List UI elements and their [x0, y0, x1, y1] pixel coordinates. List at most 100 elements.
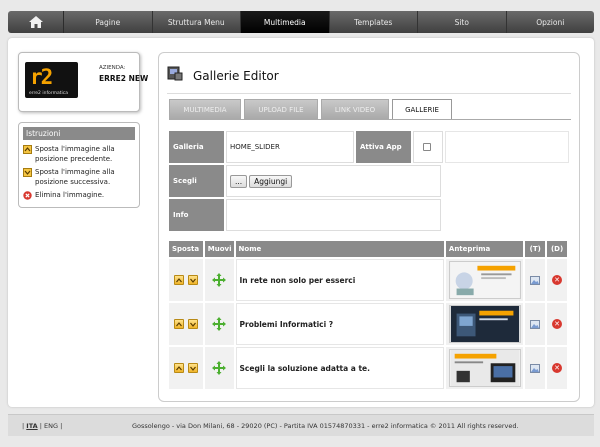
tab-underline	[169, 119, 571, 120]
tab-multimedia[interactable]: MULTIMEDIA	[169, 99, 241, 119]
language-switcher: | ITA | ENG |	[22, 422, 132, 430]
instruction-text: Sposta l'immagine alla posizione success…	[35, 168, 115, 186]
arrow-up-icon[interactable]	[173, 275, 184, 285]
gallery-form: Galleria HOME_SLIDER Attiva App Scegli .…	[169, 131, 569, 233]
arrow-down-icon	[23, 168, 32, 180]
muovi-cell	[204, 259, 234, 301]
nav-item-pagine[interactable]: Pagine	[64, 11, 153, 33]
instruction-item: Sposta l'immagine alla posizione precede…	[23, 144, 135, 164]
lang-ita[interactable]: ITA	[26, 422, 37, 430]
form-row-galleria: Galleria HOME_SLIDER Attiva App	[169, 131, 569, 163]
page-title: Gallerie Editor	[193, 69, 279, 83]
header-nome: Nome	[235, 241, 444, 257]
home-icon	[28, 16, 43, 28]
arrow-up-icon	[23, 145, 32, 157]
tab-gallerie[interactable]: GALLERIE	[392, 99, 452, 119]
delete-icon	[23, 191, 32, 203]
scegli-label: Scegli	[169, 165, 224, 197]
browse-button[interactable]: ...	[230, 174, 248, 188]
attiva-app-label: Attiva App	[356, 131, 411, 163]
panel-header: Gallerie Editor	[167, 63, 279, 83]
nav-item-struttura-menu[interactable]: Struttura Menu	[153, 11, 241, 33]
attiva-app-cell	[413, 131, 443, 163]
nav-item-opzioni[interactable]: Opzioni	[507, 11, 595, 33]
instruction-text: Sposta l'immagine alla posizione precede…	[35, 145, 115, 163]
thumbnail-icon[interactable]	[530, 363, 541, 373]
delete-icon[interactable]: ✕	[552, 275, 563, 285]
nav-item-templates[interactable]: Templates	[330, 11, 418, 33]
add-button[interactable]: Aggiungi	[249, 174, 293, 188]
arrow-down-icon[interactable]	[187, 275, 198, 285]
move-icon[interactable]	[212, 273, 227, 287]
table-row: Scegli la soluzione adatta a te. ✕	[169, 347, 569, 389]
table-header: Sposta Muovi Nome Anteprima (T) (D)	[169, 241, 569, 257]
instruction-text: Elimina l'immagine.	[35, 191, 105, 199]
table-row: Problemi Informatici ? ✕	[169, 303, 569, 345]
arrow-up-icon[interactable]	[173, 319, 184, 329]
delete-cell: ✕	[547, 347, 567, 389]
divider	[167, 93, 571, 94]
tab-upload-file[interactable]: UPLOAD FILE	[244, 99, 318, 119]
arrow-down-icon[interactable]	[187, 319, 198, 329]
lang-eng[interactable]: ENG	[44, 422, 58, 430]
row-name: Problemi Informatici ?	[235, 303, 444, 345]
sposta-cell	[169, 259, 203, 301]
footer: | ITA | ENG | Gossolengo - via Don Milan…	[8, 414, 594, 436]
lang-separator: |	[60, 421, 63, 430]
row-name: In rete non solo per esserci	[235, 259, 444, 301]
header-t: (T)	[525, 241, 546, 257]
footer-copyright: Gossolengo - via Don Milani, 68 - 29020 …	[132, 421, 519, 430]
form-row-scegli: Scegli ... Aggiungi	[169, 165, 569, 197]
instructions-box: Istruzioni Sposta l'immagine alla posizi…	[18, 122, 140, 208]
delete-icon[interactable]: ✕	[552, 363, 563, 373]
tab-link-video[interactable]: LINK VIDEO	[321, 99, 389, 119]
arrow-down-icon[interactable]	[187, 363, 198, 373]
delete-cell: ✕	[547, 303, 567, 345]
arrow-up-icon[interactable]	[173, 363, 184, 373]
thumb-cell	[525, 259, 546, 301]
info-value	[226, 199, 441, 231]
instruction-item: Elimina l'immagine.	[23, 190, 135, 203]
form-row-info: Info	[169, 199, 569, 231]
instruction-item: Sposta l'immagine alla posizione success…	[23, 167, 135, 187]
header-muovi: Muovi	[204, 241, 234, 257]
instructions-title: Istruzioni	[23, 127, 135, 140]
preview-thumbnail[interactable]	[448, 349, 521, 387]
preview-cell	[445, 347, 524, 389]
thumb-cell	[525, 303, 546, 345]
muovi-cell	[204, 303, 234, 345]
logo-subtitle: erre2 informatica	[29, 91, 68, 96]
galleria-value[interactable]: HOME_SLIDER	[226, 131, 354, 163]
thumbnail-icon[interactable]	[530, 275, 541, 285]
attiva-app-checkbox[interactable]	[423, 143, 431, 151]
lang-separator: |	[22, 421, 25, 430]
sposta-cell	[169, 347, 203, 389]
row-name: Scegli la soluzione adatta a te.	[235, 347, 444, 389]
nav-item-multimedia[interactable]: Multimedia	[241, 11, 330, 33]
nav-item-sito[interactable]: Sito	[418, 11, 507, 33]
page-container: r2 erre2 informatica AZIENDA: ERRE2 NEW …	[8, 38, 594, 407]
header-sposta: Sposta	[169, 241, 203, 257]
thumb-cell	[525, 347, 546, 389]
company-logo: r2 erre2 informatica	[25, 62, 78, 98]
gallery-editor-panel: Gallerie Editor MULTIMEDIA UPLOAD FILE L…	[158, 52, 580, 402]
preview-thumbnail[interactable]	[448, 305, 521, 343]
move-icon[interactable]	[212, 361, 227, 375]
muovi-cell	[204, 347, 234, 389]
galleria-label: Galleria	[169, 131, 224, 163]
delete-icon[interactable]: ✕	[552, 319, 563, 329]
company-label: AZIENDA:	[99, 65, 126, 71]
logo-mark: r2	[30, 65, 53, 89]
top-navigation: Pagine Struttura Menu Multimedia Templat…	[8, 11, 594, 33]
delete-cell: ✕	[547, 259, 567, 301]
header-d: (D)	[547, 241, 567, 257]
preview-cell	[445, 303, 524, 345]
preview-thumbnail[interactable]	[448, 261, 521, 299]
company-name: ERRE2 NEW	[99, 74, 149, 83]
home-button[interactable]	[8, 11, 64, 33]
lang-separator: |	[39, 421, 42, 430]
gallery-table: Sposta Muovi Nome Anteprima (T) (D) In r…	[169, 241, 569, 391]
thumbnail-icon[interactable]	[530, 319, 541, 329]
move-icon[interactable]	[212, 317, 227, 331]
preview-cell	[445, 259, 524, 301]
